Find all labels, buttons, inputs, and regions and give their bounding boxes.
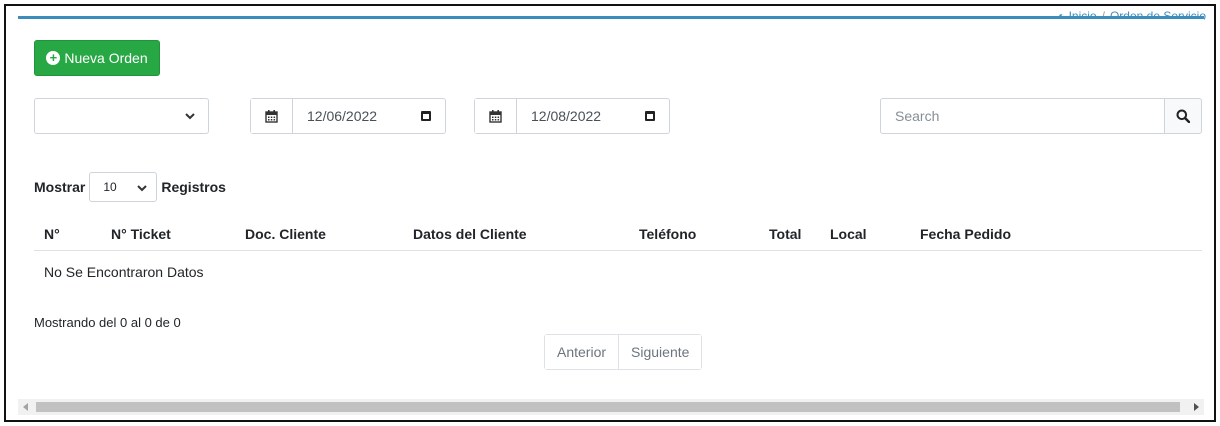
col-header-total[interactable]: Total xyxy=(759,218,820,251)
search-group xyxy=(880,98,1202,134)
col-header-fecha-pedido[interactable]: Fecha Pedido xyxy=(910,218,1202,251)
next-page-button[interactable]: Siguiente xyxy=(618,335,702,369)
col-header-local[interactable]: Local xyxy=(820,218,910,251)
orders-table: N° N° Ticket Doc. Cliente Datos del Clie… xyxy=(34,218,1202,293)
scroll-right-arrow-icon[interactable] xyxy=(1194,403,1199,411)
date-to-group: 12/08/2022 xyxy=(474,98,670,134)
scrollbar-thumb[interactable] xyxy=(36,402,1180,412)
col-header-telefono[interactable]: Teléfono xyxy=(629,218,759,251)
app-frame: ◐ Inicio / Orden de Servicio + Nueva Orden… xyxy=(4,4,1216,422)
horizontal-scrollbar[interactable] xyxy=(18,399,1204,415)
page-length-control: Mostrar 10 Registros xyxy=(34,170,226,204)
previous-page-button[interactable]: Anterior xyxy=(545,335,619,369)
date-from-value: 12/06/2022 xyxy=(307,108,378,124)
date-picker-icon[interactable] xyxy=(645,111,655,121)
date-to-value: 12/08/2022 xyxy=(531,108,602,124)
chevron-down-icon xyxy=(185,113,195,120)
new-order-label: Nueva Orden xyxy=(64,50,148,66)
search-button[interactable] xyxy=(1164,98,1202,134)
scroll-left-arrow-icon[interactable] xyxy=(23,403,28,411)
length-label-after: Registros xyxy=(161,179,226,195)
plus-circle-icon: + xyxy=(46,51,61,65)
page-length-value: 10 xyxy=(103,180,117,194)
date-from-group: 12/06/2022 xyxy=(250,98,446,134)
date-picker-icon[interactable] xyxy=(421,111,431,121)
col-header-datos-cliente[interactable]: Datos del Cliente xyxy=(403,218,629,251)
col-header-doc-cliente[interactable]: Doc. Cliente xyxy=(235,218,403,251)
date-to-input[interactable]: 12/08/2022 xyxy=(517,99,669,133)
calendar-icon xyxy=(475,99,517,133)
calendar-icon xyxy=(251,99,293,133)
pagination: Anterior Siguiente xyxy=(544,334,703,370)
table-header-row: N° N° Ticket Doc. Cliente Datos del Clie… xyxy=(34,218,1202,251)
page-length-select[interactable]: 10 xyxy=(89,172,158,202)
empty-message: No Se Encontraron Datos xyxy=(44,263,204,280)
search-icon xyxy=(1176,109,1190,123)
table-info: Mostrando del 0 al 0 de 0 xyxy=(34,315,181,330)
col-header-ticket[interactable]: N° Ticket xyxy=(101,218,235,251)
date-from-input[interactable]: 12/06/2022 xyxy=(293,99,445,133)
chevron-down-icon xyxy=(137,185,148,192)
status-select[interactable] xyxy=(34,98,209,134)
length-label-before: Mostrar xyxy=(34,179,86,195)
table-row: No Se Encontraron Datos xyxy=(34,250,1202,293)
new-order-button[interactable]: + Nueva Orden xyxy=(34,40,160,76)
orders-card: + Nueva Orden 12/06/2022 12/08/2022 Sear… xyxy=(18,19,1204,420)
search-input[interactable] xyxy=(880,98,1164,134)
col-header-number[interactable]: N° xyxy=(34,218,101,251)
